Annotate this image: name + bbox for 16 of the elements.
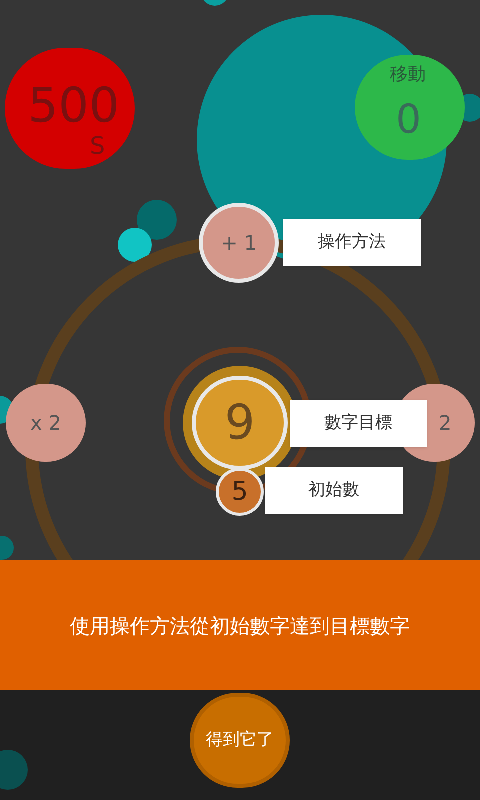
bubble	[137, 200, 177, 240]
score-value: 500	[28, 82, 120, 130]
moves-value: 0	[396, 100, 422, 140]
score-unit: S	[90, 134, 106, 158]
start-number: 5	[216, 468, 264, 516]
bubble	[201, 0, 229, 6]
moves-label: 移動	[390, 66, 426, 84]
callout-tooltip: 操作方法	[283, 219, 421, 266]
bubble	[118, 228, 152, 262]
callout-tooltip: 初始數	[265, 467, 403, 514]
instruction-text: 使用操作方法從初始數字達到目標數字	[69, 613, 411, 640]
bubble	[0, 750, 28, 790]
callout-tooltip: 數字目標	[290, 400, 427, 447]
bubble	[0, 536, 14, 560]
operator-button[interactable]: x 2	[6, 384, 86, 462]
operator-button[interactable]: + 1	[199, 203, 279, 283]
